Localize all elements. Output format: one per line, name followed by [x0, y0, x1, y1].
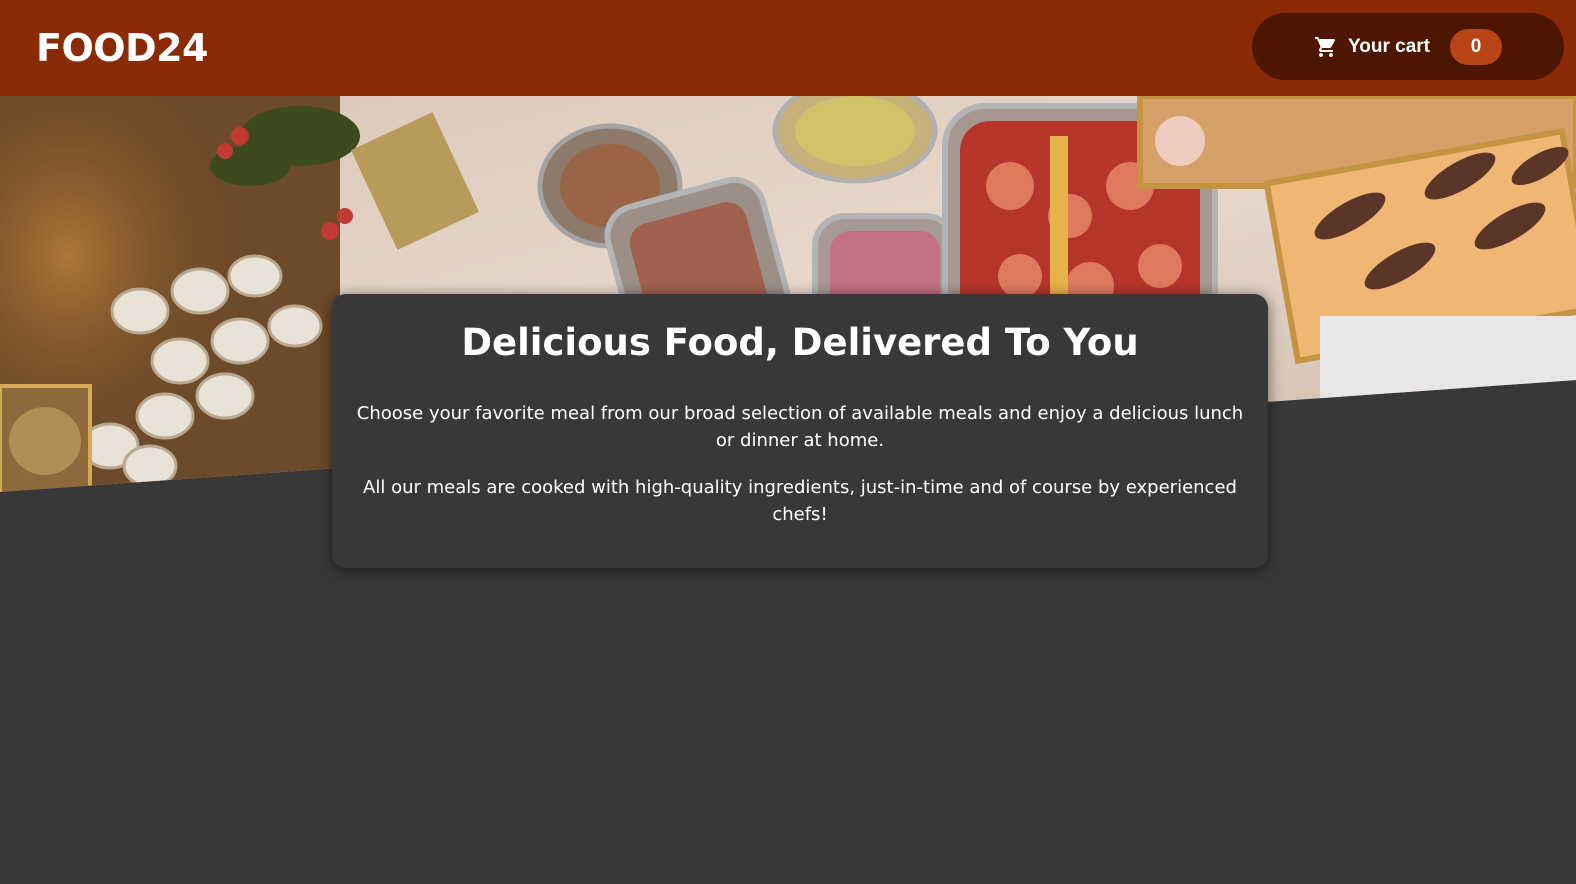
shopping-cart-icon	[1314, 35, 1338, 59]
summary-paragraph-1: Choose your favorite meal from our broad…	[356, 403, 1244, 451]
summary-title: Delicious Food, Delivered To You	[461, 321, 1139, 364]
app-header: FOOD24 Your cart 0	[0, 0, 1576, 96]
app-logo: FOOD24	[36, 26, 209, 70]
summary-paragraph-2: All our meals are cooked with high-quali…	[363, 477, 1237, 525]
cart-count-badge: 0	[1450, 28, 1502, 65]
cart-label: Your cart	[1347, 35, 1430, 57]
cart-button[interactable]: Your cart 0	[1252, 13, 1564, 80]
meals-summary: Delicious Food, Delivered To You Choose …	[332, 294, 1268, 568]
